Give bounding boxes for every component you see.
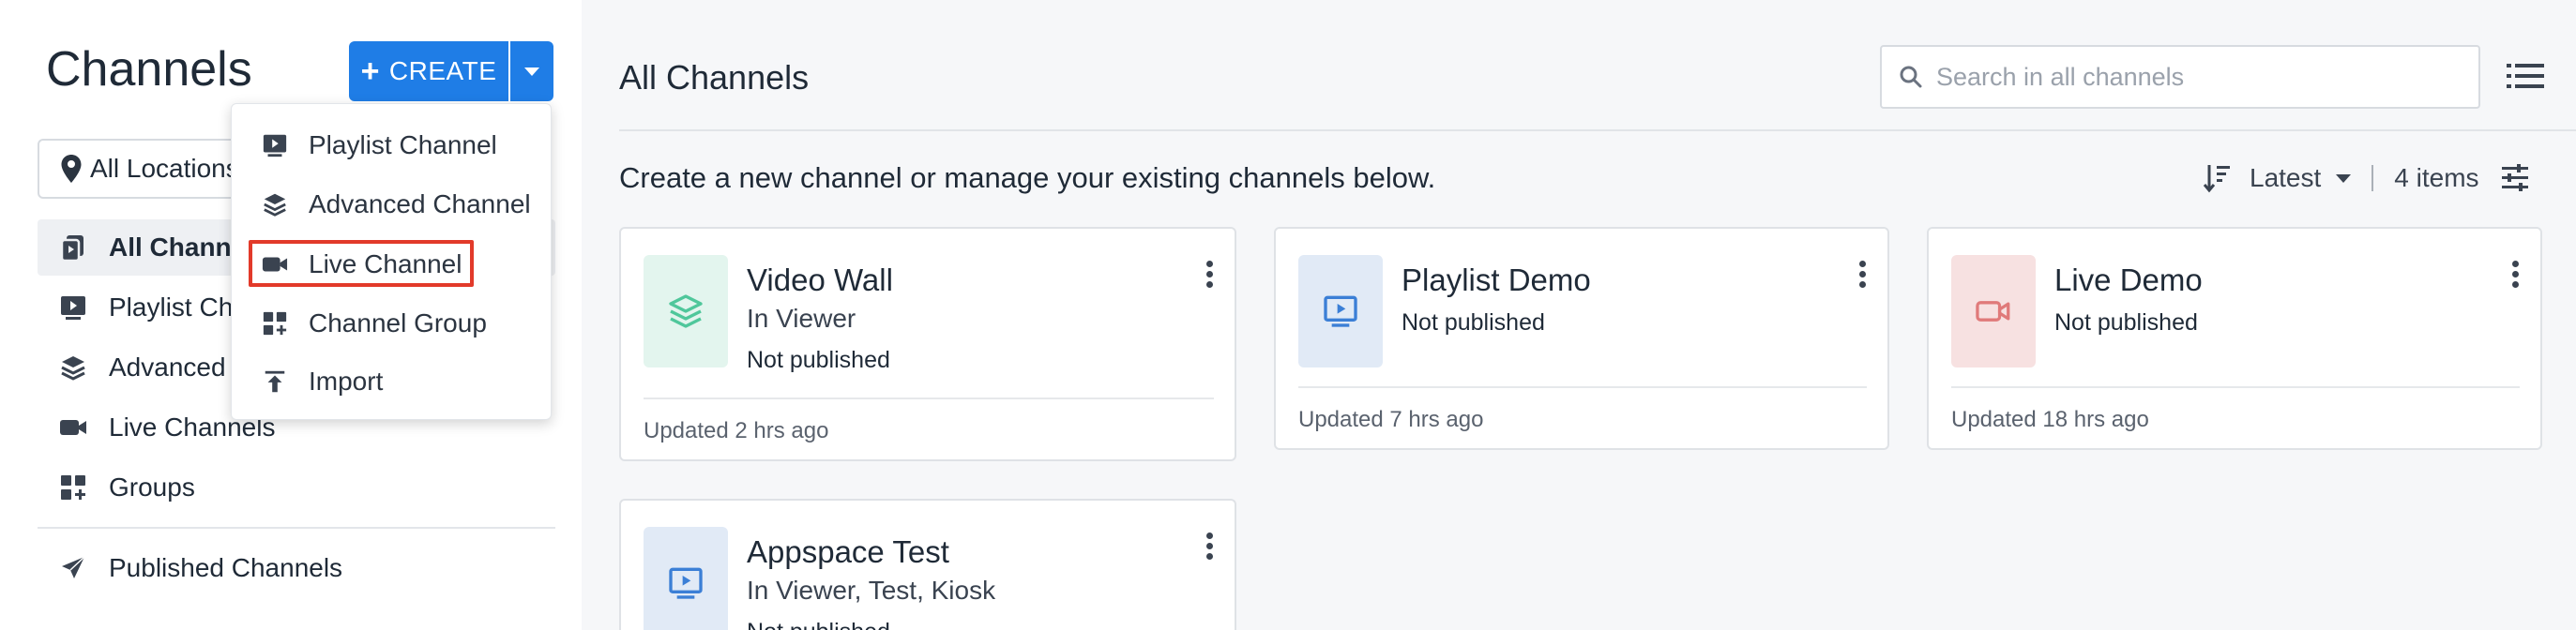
card-divider: [1298, 386, 1867, 388]
playlist-icon: [56, 291, 90, 324]
create-dropdown-toggle[interactable]: [510, 41, 553, 101]
channel-card[interactable]: Playlist Demo Not published Updated 7 hr…: [1274, 227, 1889, 450]
channel-updated: Updated 7 hrs ago: [1298, 407, 1484, 432]
channel-status: Not published: [747, 347, 890, 373]
plus-icon: +: [360, 52, 380, 89]
live-channel-highlight: [249, 240, 474, 287]
layers-icon: [258, 191, 292, 218]
channel-name: Appspace Test: [747, 534, 949, 569]
header-divider: [619, 129, 2576, 131]
more-options-icon[interactable]: [1205, 261, 1214, 288]
sidebar-item-label: Published Channels: [109, 553, 343, 582]
layers-icon: [669, 294, 703, 328]
channel-updated: Updated 18 hrs ago: [1951, 407, 2149, 432]
grid-add-icon: [258, 310, 292, 337]
channel-status: Not published: [747, 619, 890, 630]
menu-item-import[interactable]: Import: [232, 353, 553, 410]
channel-name: Video Wall: [747, 262, 893, 297]
search-input[interactable]: [1936, 62, 2462, 92]
chevron-down-icon: [524, 67, 539, 76]
channel-thumbnail: [1298, 255, 1383, 368]
send-icon: [56, 551, 90, 585]
channel-name: Playlist Demo: [1402, 262, 1591, 297]
create-button[interactable]: + CREATE: [349, 41, 508, 101]
more-options-icon[interactable]: [1205, 532, 1214, 560]
filter-sliders-icon[interactable]: [2500, 164, 2530, 192]
all-channels-icon: [56, 231, 90, 264]
location-label: All Locations: [90, 154, 239, 183]
menu-item-label: Playlist Channel: [309, 130, 497, 159]
menu-item-channel-group[interactable]: Channel Group: [232, 295, 553, 352]
channel-status: Not published: [1402, 309, 1545, 336]
page-subtitle: Create a new channel or manage your exis…: [619, 161, 1436, 194]
page-title: All Channels: [619, 58, 810, 97]
channel-card[interactable]: Video Wall In Viewer Not published Updat…: [619, 227, 1236, 461]
video-camera-icon: [1976, 301, 2010, 322]
channel-updated: Updated 2 hrs ago: [644, 418, 829, 443]
sort-bar: Latest 4 items: [2203, 159, 2530, 197]
video-camera-icon: [56, 411, 90, 444]
sort-icon: [2203, 165, 2230, 193]
card-divider: [644, 398, 1214, 399]
channel-status: Not published: [2054, 309, 2198, 336]
channel-subtitle: In Viewer, Test, Kiosk: [747, 576, 996, 605]
more-options-icon[interactable]: [2510, 261, 2520, 288]
channel-thumbnail: [644, 255, 728, 368]
channel-subtitle: In Viewer: [747, 304, 856, 333]
playlist-icon: [258, 132, 292, 158]
card-divider: [1951, 386, 2520, 388]
playlist-icon: [669, 567, 703, 599]
menu-item-label: Advanced Channel: [309, 189, 531, 218]
playlist-icon: [1324, 295, 1357, 327]
grid-add-icon: [56, 471, 90, 504]
sidebar-title: Channels: [46, 42, 252, 97]
list-view-toggle[interactable]: [2507, 62, 2544, 95]
import-icon: [258, 368, 292, 395]
sidebar-item-published-channels[interactable]: Published Channels: [38, 540, 555, 596]
sidebar-item-groups[interactable]: Groups: [38, 459, 555, 516]
location-pin-icon: [61, 155, 82, 183]
channel-thumbnail: [644, 527, 728, 630]
channel-thumbnail: [1951, 255, 2036, 368]
sidebar-divider: [38, 527, 555, 529]
more-options-icon[interactable]: [1857, 261, 1867, 288]
menu-item-label: Import: [309, 367, 384, 396]
layers-icon: [56, 351, 90, 384]
sort-separator: [2371, 165, 2374, 191]
menu-item-playlist-channel[interactable]: Playlist Channel: [232, 117, 553, 173]
channel-card[interactable]: Live Demo Not published Updated 18 hrs a…: [1927, 227, 2542, 450]
item-count: 4 items: [2394, 163, 2479, 192]
menu-item-advanced-channel[interactable]: Advanced Channel: [232, 176, 553, 232]
chevron-down-icon: [2336, 173, 2352, 183]
search-icon: [1900, 66, 1922, 88]
menu-item-label: Channel Group: [309, 308, 487, 338]
list-view-icon: [2507, 64, 2544, 88]
create-button-label: CREATE: [388, 56, 497, 85]
search-box[interactable]: [1880, 45, 2480, 109]
sort-dropdown[interactable]: Latest: [2250, 163, 2352, 193]
sidebar-item-label: Groups: [109, 472, 195, 502]
channel-card[interactable]: Appspace Test In Viewer, Test, Kiosk Not…: [619, 499, 1236, 630]
channel-name: Live Demo: [2054, 262, 2203, 297]
sort-label: Latest: [2250, 163, 2322, 192]
